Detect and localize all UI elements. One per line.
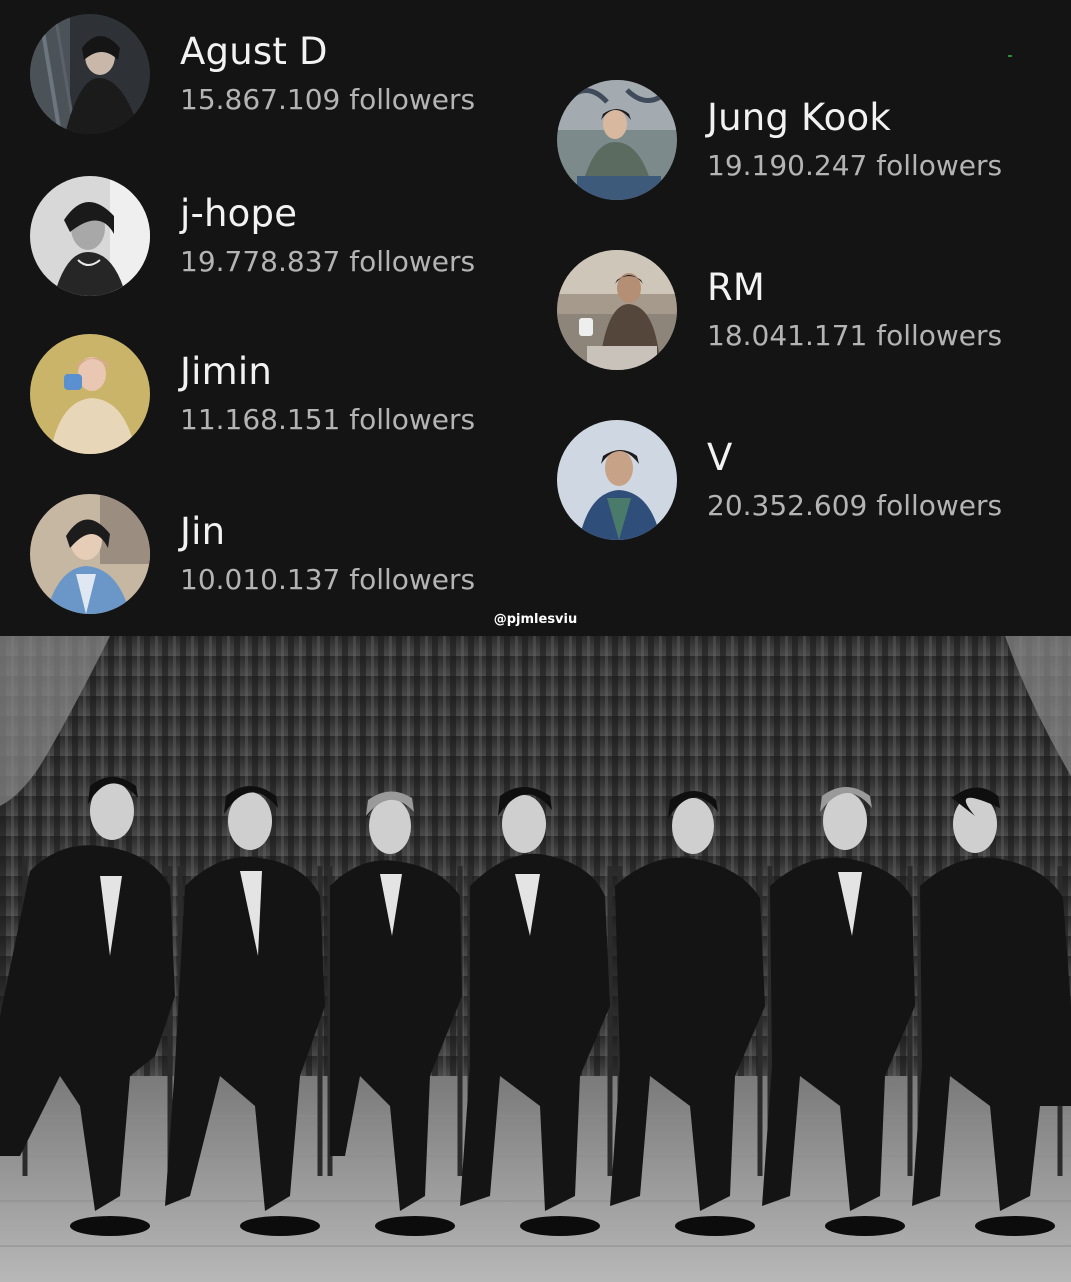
- follower-count: 11.168.151 followers: [180, 403, 476, 436]
- artist-row-v[interactable]: V 20.352.609 followers: [557, 418, 1002, 542]
- artist-row-jin[interactable]: Jin 10.010.137 followers: [30, 492, 475, 616]
- artist-row-jimin[interactable]: Jimin 11.168.151 followers: [30, 332, 475, 456]
- artist-name: Jung Kook: [707, 96, 891, 139]
- follower-count: 10.010.137 followers: [180, 563, 476, 596]
- artist-avatar-icon: [30, 14, 150, 134]
- avatar[interactable]: [557, 250, 677, 370]
- status-dot: [1008, 55, 1012, 57]
- artist-row-jung-kook[interactable]: Jung Kook 19.190.247 followers: [557, 78, 1002, 202]
- artist-avatar-icon: [30, 334, 150, 454]
- follower-count: 19.778.837 followers: [180, 245, 476, 278]
- artist-avatar-icon: [557, 80, 677, 200]
- artist-avatar-icon: [557, 250, 677, 370]
- artist-name: RM: [707, 266, 766, 309]
- artist-list-panel: Agust D 15.867.109 followers j-hope 19.7…: [0, 0, 1071, 636]
- avatar[interactable]: [557, 420, 677, 540]
- group-photo: [0, 636, 1071, 1282]
- artist-avatar-icon: [30, 494, 150, 614]
- artist-name: Agust D: [180, 30, 328, 73]
- watermark: @pjmlesviu: [493, 612, 578, 627]
- avatar[interactable]: [30, 176, 150, 296]
- group-photo-image: [0, 636, 1071, 1282]
- follower-count: 18.041.171 followers: [707, 319, 1003, 352]
- follower-count: 20.352.609 followers: [707, 489, 1003, 522]
- artist-name: Jimin: [180, 350, 272, 393]
- artist-row-j-hope[interactable]: j-hope 19.778.837 followers: [30, 174, 475, 298]
- artist-name: V: [707, 436, 733, 479]
- avatar[interactable]: [30, 14, 150, 134]
- follower-count: 19.190.247 followers: [707, 149, 1003, 182]
- follower-count: 15.867.109 followers: [180, 83, 476, 116]
- artist-row-agust-d[interactable]: Agust D 15.867.109 followers: [30, 12, 475, 136]
- avatar[interactable]: [30, 334, 150, 454]
- artist-avatar-icon: [557, 420, 677, 540]
- artist-row-rm[interactable]: RM 18.041.171 followers: [557, 248, 1002, 372]
- avatar[interactable]: [557, 80, 677, 200]
- avatar[interactable]: [30, 494, 150, 614]
- artist-name: Jin: [180, 510, 226, 553]
- artist-name: j-hope: [180, 192, 298, 235]
- artist-avatar-icon: [30, 176, 150, 296]
